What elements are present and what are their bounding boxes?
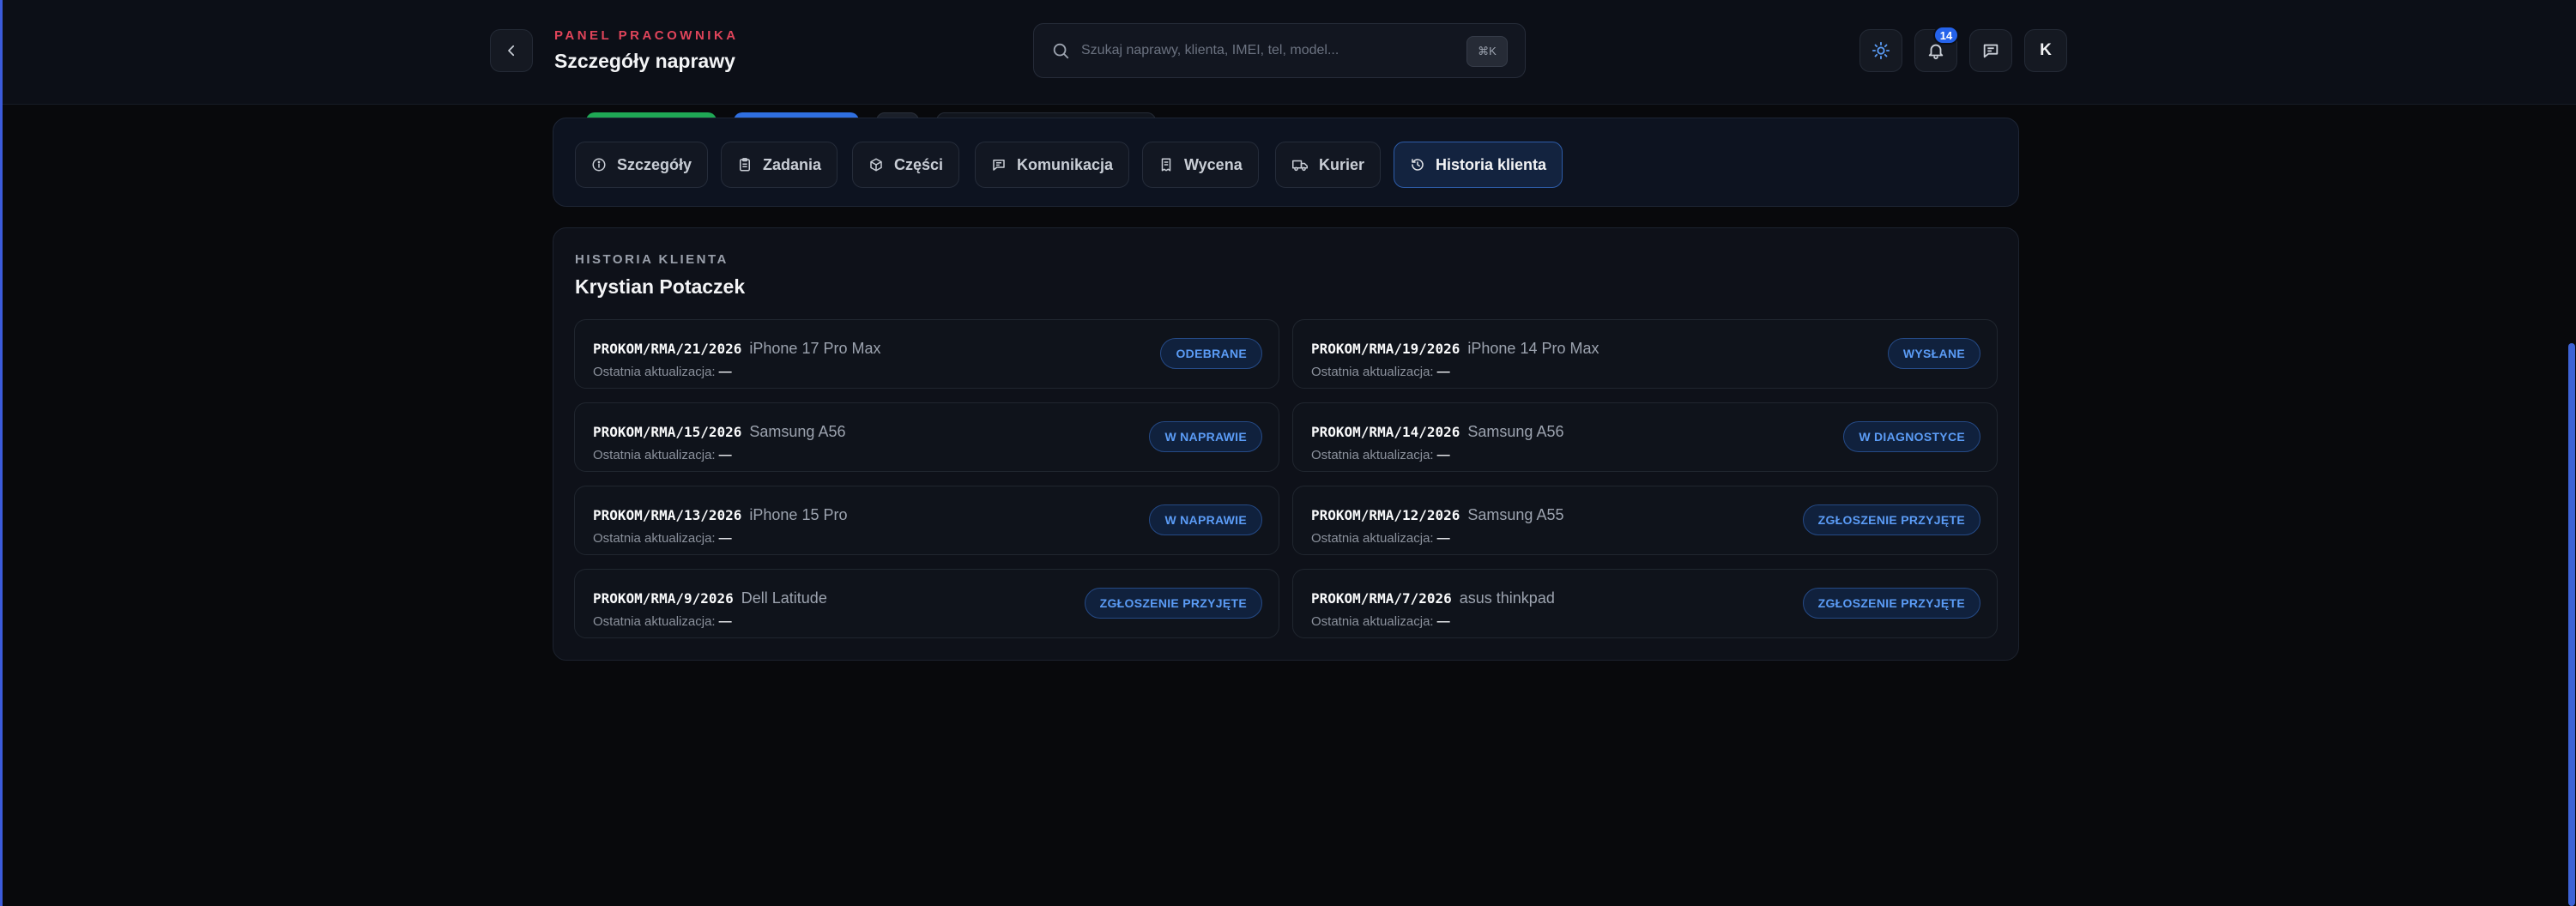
tab-label: Komunikacja (1017, 155, 1114, 173)
tab-label: Szczegóły (617, 155, 692, 173)
tab-historia-klienta[interactable]: Historia klienta (1394, 142, 1563, 188)
top-bar: PANEL PRACOWNIKA Szczegóły naprawy ⌘K 14… (3, 0, 2576, 105)
search-icon (1053, 43, 1069, 59)
last-update-value: — (718, 614, 732, 629)
last-update-label: Ostatnia aktualizacja: (593, 531, 716, 546)
device-model: iPhone 17 Pro Max (749, 340, 881, 357)
repair-code: PROKOM/RMA/7/2026 (1311, 590, 1452, 607)
status-badge: ZGŁOSZENIE PRZYJĘTE (1802, 504, 1980, 535)
last-update-label: Ostatnia aktualizacja: (593, 614, 716, 629)
device-model: asus thinkpad (1459, 589, 1555, 607)
last-update-label: Ostatnia aktualizacja: (1311, 614, 1434, 629)
repair-code: PROKOM/RMA/21/2026 (593, 341, 742, 357)
back-button[interactable] (490, 29, 533, 72)
device-model: Samsung A56 (1467, 423, 1564, 440)
history-item[interactable]: PROKOM/RMA/14/2026 Samsung A56 Ostatnia a… (1292, 402, 1998, 472)
status-badge: W NAPRAWIE (1149, 504, 1262, 535)
last-update: Ostatnia aktualizacja: — (593, 448, 732, 462)
tab-zadania[interactable]: Zadania (721, 142, 838, 188)
device-model: iPhone 14 Pro Max (1467, 340, 1599, 357)
repair-code: PROKOM/RMA/19/2026 (1311, 341, 1460, 357)
page-title: Szczegóły naprawy (554, 50, 735, 72)
tab-czesci[interactable]: Części (852, 142, 960, 188)
history-item[interactable]: PROKOM/RMA/19/2026 iPhone 14 Pro Max Osta… (1292, 319, 1998, 389)
device-model: Samsung A56 (749, 423, 846, 440)
tab-szczegoly[interactable]: Szczegóły (575, 142, 709, 188)
last-update-label: Ostatnia aktualizacja: (593, 365, 716, 379)
scrollbar-thumb[interactable] (2568, 343, 2575, 906)
last-update: Ostatnia aktualizacja: — (1311, 614, 1450, 629)
repair-code: PROKOM/RMA/13/2026 (593, 507, 742, 523)
avatar: K (2040, 41, 2052, 59)
client-history-panel: HISTORIA KLIENTA Krystian Potaczek PROKO… (553, 227, 2019, 661)
status-badge: ZGŁOSZENIE PRZYJĘTE (1802, 588, 1980, 619)
status-badge: W DIAGNOSTYCE (1843, 421, 1980, 452)
section-label: HISTORIA KLIENTA (575, 252, 729, 267)
history-item[interactable]: PROKOM/RMA/15/2026 Samsung A56 Ostatnia a… (574, 402, 1279, 472)
last-update-value: — (718, 365, 732, 379)
last-update: Ostatnia aktualizacja: — (593, 531, 732, 546)
last-update-value: — (1436, 531, 1450, 546)
tab-kurier[interactable]: Kurier (1275, 142, 1382, 188)
last-update-value: — (718, 531, 732, 546)
theme-toggle-button[interactable] (1859, 29, 1902, 72)
status-badge: ODEBRANE (1160, 338, 1262, 369)
repair-code: PROKOM/RMA/9/2026 (593, 590, 734, 607)
device-model: iPhone 15 Pro (749, 506, 848, 523)
search-shortcut-hint: ⌘K (1466, 36, 1508, 67)
last-update-label: Ostatnia aktualizacja: (593, 448, 716, 462)
history-item[interactable]: PROKOM/RMA/9/2026 Dell Latitude Ostatnia … (574, 569, 1279, 638)
last-update: Ostatnia aktualizacja: — (593, 614, 732, 629)
client-name: Krystian Potaczek (575, 275, 746, 298)
search-box: ⌘K (1033, 23, 1526, 78)
last-update-label: Ostatnia aktualizacja: (1311, 365, 1434, 379)
search-input[interactable] (1081, 36, 1442, 65)
history-icon (1412, 159, 1424, 171)
history-item[interactable]: PROKOM/RMA/21/2026 iPhone 17 Pro Max Osta… (574, 319, 1279, 389)
sun-icon (1872, 41, 1890, 60)
tabs-bar: Szczegóły Zadania Części Komunikacja Wyc… (553, 118, 2019, 207)
history-item[interactable]: PROKOM/RMA/13/2026 iPhone 15 Pro Ostatnia… (574, 486, 1279, 555)
message-icon (1983, 44, 1999, 58)
last-update-label: Ostatnia aktualizacja: (1311, 531, 1434, 546)
status-badge: ZGŁOSZENIE PRZYJĘTE (1084, 588, 1262, 619)
tab-wycena[interactable]: Wycena (1142, 142, 1259, 188)
tab-label: Historia klienta (1436, 155, 1547, 173)
chevron-left-icon (508, 45, 515, 57)
last-update: Ostatnia aktualizacja: — (1311, 365, 1450, 379)
panel-eyebrow: PANEL PRACOWNIKA (554, 28, 739, 43)
last-update-value: — (718, 448, 732, 462)
device-model: Dell Latitude (741, 589, 827, 607)
message-icon (993, 160, 1005, 171)
last-update: Ostatnia aktualizacja: — (1311, 448, 1450, 462)
app-window: PANEL PRACOWNIKA Szczegóły naprawy ⌘K 14… (0, 0, 2576, 906)
messages-button[interactable] (1969, 29, 2012, 72)
tab-label: Wycena (1184, 155, 1243, 173)
history-item[interactable]: PROKOM/RMA/7/2026 asus thinkpad Ostatnia … (1292, 569, 1998, 638)
notifications-count-badge: 14 (1933, 26, 1959, 45)
last-update: Ostatnia aktualizacja: — (1311, 531, 1450, 546)
clipboard-icon (740, 158, 750, 172)
history-item[interactable]: PROKOM/RMA/12/2026 Samsung A55 Ostatnia a… (1292, 486, 1998, 555)
repair-code: PROKOM/RMA/12/2026 (1311, 507, 1460, 523)
tab-label: Zadania (763, 155, 822, 173)
user-avatar-button[interactable]: K (2024, 29, 2067, 72)
truck-icon (1292, 160, 1308, 172)
repair-code: PROKOM/RMA/14/2026 (1311, 424, 1460, 440)
last-update-value: — (1436, 614, 1450, 629)
last-update-value: — (1436, 448, 1450, 462)
status-badge: W NAPRAWIE (1149, 421, 1262, 452)
tab-label: Części (894, 155, 944, 173)
info-icon (592, 158, 606, 172)
receipt-icon (1161, 158, 1171, 172)
box-icon (870, 158, 882, 172)
last-update-value: — (1436, 365, 1450, 379)
tab-label: Kurier (1319, 155, 1365, 173)
status-badge: WYSŁANE (1887, 338, 1980, 369)
device-model: Samsung A55 (1467, 506, 1564, 523)
repair-code: PROKOM/RMA/15/2026 (593, 424, 742, 440)
tab-komunikacja[interactable]: Komunikacja (975, 142, 1130, 188)
last-update-label: Ostatnia aktualizacja: (1311, 448, 1434, 462)
last-update: Ostatnia aktualizacja: — (593, 365, 732, 379)
